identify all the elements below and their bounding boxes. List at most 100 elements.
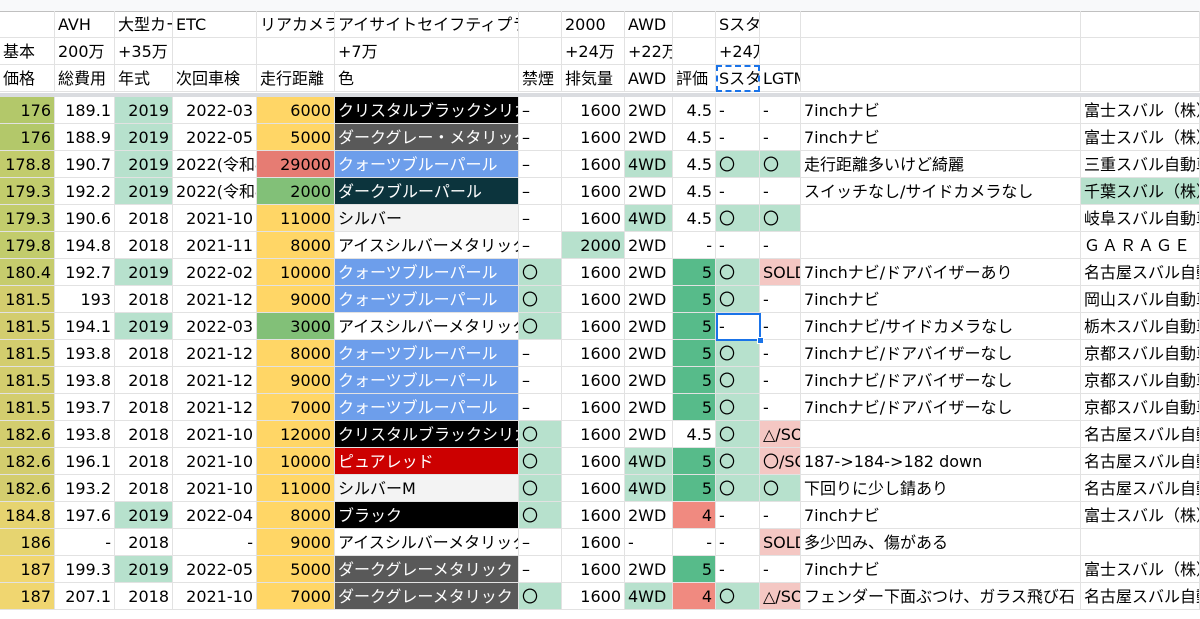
cell-drive[interactable]: 2WD bbox=[625, 259, 673, 286]
cell-year[interactable]: 2018 bbox=[115, 232, 173, 259]
cell-displacement[interactable]: 1600 bbox=[562, 475, 625, 502]
cell-displacement[interactable]: 1600 bbox=[562, 583, 625, 610]
cell-dealer[interactable]: 富士スバル（株） bbox=[1081, 97, 1200, 124]
cell-s-style[interactable]: 〇 bbox=[716, 448, 760, 475]
cell-lgtm[interactable]: - bbox=[760, 286, 801, 313]
cell-s-style[interactable]: - bbox=[716, 556, 760, 583]
cell-rating[interactable]: - bbox=[673, 529, 716, 556]
cell-drive[interactable]: - bbox=[625, 529, 673, 556]
header-cell-rating[interactable] bbox=[673, 38, 716, 65]
cell-dealer[interactable]: ＧＡＲＡＧＥ bbox=[1081, 232, 1200, 259]
cell-lgtm[interactable]: - bbox=[760, 502, 801, 529]
cell-mileage[interactable]: 7000 bbox=[257, 583, 335, 610]
cell-note[interactable]: 多少凹み、傷がある bbox=[801, 529, 1081, 556]
cell-total-cost[interactable]: - bbox=[55, 529, 115, 556]
cell-price[interactable]: 179.8 bbox=[0, 232, 55, 259]
cell-total-cost[interactable]: 193.8 bbox=[55, 367, 115, 394]
cell-s-style[interactable]: 〇 bbox=[716, 259, 760, 286]
cell-rating[interactable]: 4.5 bbox=[673, 124, 716, 151]
cell-non-smoking[interactable]: 〇 bbox=[519, 259, 562, 286]
header-cell-s-style[interactable]: Sスタイル bbox=[716, 65, 760, 92]
cell-rating[interactable]: 4.5 bbox=[673, 205, 716, 232]
cell-price[interactable]: 187 bbox=[0, 556, 55, 583]
cell-color[interactable]: ダークグレーメタリック bbox=[335, 556, 519, 583]
cell-drive[interactable]: 2WD bbox=[625, 232, 673, 259]
cell-price[interactable]: 180.4 bbox=[0, 259, 55, 286]
cell-rating[interactable]: 5 bbox=[673, 394, 716, 421]
cell-total-cost[interactable]: 189.1 bbox=[55, 97, 115, 124]
cell-displacement[interactable]: 1600 bbox=[562, 556, 625, 583]
header-cell-color[interactable]: +7万 bbox=[335, 38, 519, 65]
cell-price[interactable]: 182.6 bbox=[0, 475, 55, 502]
cell-displacement[interactable]: 1600 bbox=[562, 394, 625, 421]
fill-handle[interactable] bbox=[757, 337, 764, 344]
cell-next-inspection[interactable]: 2022-03 bbox=[173, 313, 257, 340]
cell-color[interactable]: クォーツブルーパール bbox=[335, 394, 519, 421]
cell-next-inspection[interactable]: 2021-12 bbox=[173, 286, 257, 313]
cell-mileage[interactable]: 9000 bbox=[257, 529, 335, 556]
cell-dealer[interactable]: 名古屋スバル自動車 bbox=[1081, 421, 1200, 448]
cell-total-cost[interactable]: 194.1 bbox=[55, 313, 115, 340]
cell-color[interactable]: ピュアレッド bbox=[335, 448, 519, 475]
cell-displacement[interactable]: 1600 bbox=[562, 151, 625, 178]
cell-year[interactable]: 2019 bbox=[115, 97, 173, 124]
cell-total-cost[interactable]: 199.3 bbox=[55, 556, 115, 583]
cell-s-style[interactable]: 〇 bbox=[716, 421, 760, 448]
cell-s-style[interactable]: - bbox=[716, 313, 760, 340]
cell-rating[interactable]: 4.5 bbox=[673, 178, 716, 205]
cell-dealer[interactable]: 岐阜スバル自動車 bbox=[1081, 205, 1200, 232]
cell-dealer[interactable]: 岡山スバル自動車 bbox=[1081, 286, 1200, 313]
cell-price[interactable]: 176 bbox=[0, 124, 55, 151]
cell-color[interactable]: アイスシルバーメタリック bbox=[335, 232, 519, 259]
cell-s-style[interactable]: 〇 bbox=[716, 367, 760, 394]
cell-total-cost[interactable]: 193.8 bbox=[55, 340, 115, 367]
cell-non-smoking[interactable]: – bbox=[519, 178, 562, 205]
cell-year[interactable]: 2018 bbox=[115, 286, 173, 313]
cell-s-style[interactable]: 〇 bbox=[716, 583, 760, 610]
header-cell-next-inspection[interactable] bbox=[173, 38, 257, 65]
header-cell-displacement[interactable]: +24万 bbox=[562, 38, 625, 65]
cell-price[interactable]: 182.6 bbox=[0, 421, 55, 448]
cell-non-smoking[interactable]: – bbox=[519, 340, 562, 367]
cell-total-cost[interactable]: 193.7 bbox=[55, 394, 115, 421]
cell-dealer[interactable]: 栃木スバル自動車 bbox=[1081, 313, 1200, 340]
cell-year[interactable]: 2019 bbox=[115, 313, 173, 340]
cell-next-inspection[interactable]: 2022-03 bbox=[173, 97, 257, 124]
cell-price[interactable]: 181.5 bbox=[0, 340, 55, 367]
cell-rating[interactable]: 4 bbox=[673, 502, 716, 529]
cell-note[interactable]: 走行距離多いけど綺麗 bbox=[801, 151, 1081, 178]
cell-price[interactable]: 181.5 bbox=[0, 286, 55, 313]
cell-year[interactable]: 2018 bbox=[115, 394, 173, 421]
cell-displacement[interactable]: 1600 bbox=[562, 124, 625, 151]
cell-next-inspection[interactable]: 2021-12 bbox=[173, 367, 257, 394]
cell-price[interactable]: 182.6 bbox=[0, 448, 55, 475]
cell-note[interactable]: 7inchナビ bbox=[801, 502, 1081, 529]
cell-total-cost[interactable]: 192.7 bbox=[55, 259, 115, 286]
cell-year[interactable]: 2018 bbox=[115, 205, 173, 232]
header-cell-total-cost[interactable]: 200万 bbox=[55, 38, 115, 65]
header-cell-note[interactable] bbox=[801, 11, 1081, 38]
cell-next-inspection[interactable]: 2021-10 bbox=[173, 205, 257, 232]
cell-year[interactable]: 2019 bbox=[115, 178, 173, 205]
cell-year[interactable]: 2018 bbox=[115, 367, 173, 394]
cell-next-inspection[interactable]: 2021-10 bbox=[173, 475, 257, 502]
cell-s-style[interactable]: 〇 bbox=[716, 340, 760, 367]
cell-drive[interactable]: 4WD bbox=[625, 205, 673, 232]
cell-note[interactable]: 7inchナビ/ドアバイザーなし bbox=[801, 340, 1081, 367]
header-cell-drive[interactable]: AWD bbox=[625, 65, 673, 92]
cell-non-smoking[interactable]: 〇 bbox=[519, 313, 562, 340]
cell-lgtm[interactable]: 〇 bbox=[760, 205, 801, 232]
cell-displacement[interactable]: 1600 bbox=[562, 529, 625, 556]
cell-rating[interactable]: 5 bbox=[673, 340, 716, 367]
header-cell-rating[interactable]: 評価 bbox=[673, 65, 716, 92]
cell-mileage[interactable]: 10000 bbox=[257, 259, 335, 286]
cell-non-smoking[interactable]: – bbox=[519, 529, 562, 556]
header-cell-dealer[interactable] bbox=[1081, 65, 1200, 92]
header-cell-drive[interactable]: +22万 bbox=[625, 38, 673, 65]
cell-drive[interactable]: 2WD bbox=[625, 313, 673, 340]
header-cell-price[interactable] bbox=[0, 11, 55, 38]
header-cell-dealer[interactable] bbox=[1081, 38, 1200, 65]
header-cell-mileage[interactable] bbox=[257, 38, 335, 65]
cell-drive[interactable]: 2WD bbox=[625, 340, 673, 367]
cell-drive[interactable]: 4WD bbox=[625, 475, 673, 502]
